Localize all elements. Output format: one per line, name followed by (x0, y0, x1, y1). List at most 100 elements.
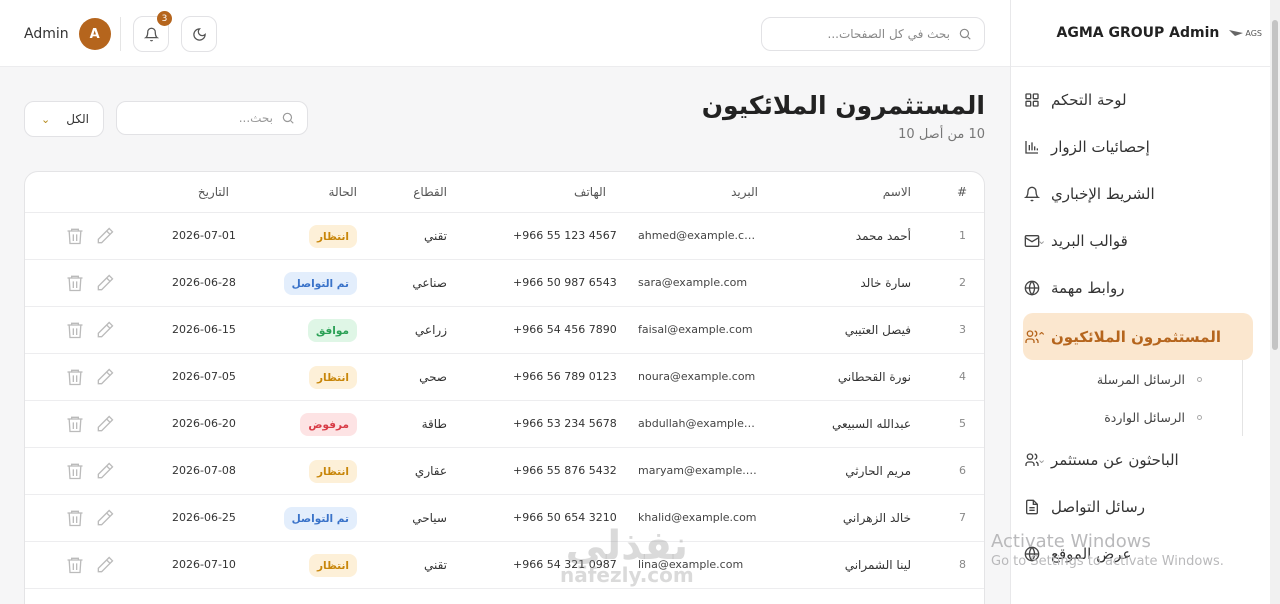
search-icon (282, 112, 294, 124)
row-date: 2026-07-01 (172, 229, 236, 242)
globe-icon (1023, 279, 1041, 297)
row-date: 2026-06-25 (172, 511, 236, 524)
table-search-input[interactable] (143, 111, 273, 125)
scrollbar-thumb[interactable] (1272, 20, 1278, 350)
row-email[interactable]: abdullah@example.c... (638, 417, 758, 430)
table-row[interactable]: 6 مريم الحارثي maryam@example.c... +966 55 … (25, 448, 984, 495)
sidebar-submenu: الرسائل المرسلة الرسائل الواردة (1023, 360, 1243, 436)
row-name: لينا الشمراني (844, 558, 911, 572)
sidebar-item-important-links[interactable]: روابط مهمة (1023, 264, 1253, 311)
sidebar-item-label: لوحة التحكم (1051, 90, 1127, 109)
header-email: البريد (731, 185, 758, 199)
sidebar-item-mail-templates[interactable]: قوالب البريد ⌄ (1023, 217, 1253, 264)
trash-icon[interactable] (65, 320, 85, 340)
page-title: المستثمرون الملائكيون (701, 91, 985, 120)
admin-label: Admin (24, 26, 69, 42)
sidebar-item-label: الشريط الإخباري (1051, 184, 1155, 203)
trash-icon[interactable] (65, 226, 85, 246)
investors-table: # الاسم البريد الهاتف القطاع الحالة التا… (24, 171, 985, 604)
global-search[interactable] (761, 17, 985, 51)
table-row[interactable]: 4 نورة القحطاني noura@example.com +966 56 7… (25, 354, 984, 401)
bar-chart-icon (1023, 138, 1041, 156)
sidebar-item-contact-messages[interactable]: رسائل التواصل (1023, 483, 1253, 530)
edit-icon[interactable] (95, 367, 115, 387)
sidebar-item-angel-investors[interactable]: المستثمرون الملائكيون ⌃ (1023, 313, 1253, 360)
edit-icon[interactable] (95, 508, 115, 528)
trash-icon[interactable] (65, 461, 85, 481)
row-actions (65, 508, 115, 528)
sidebar-scrollbar[interactable] (1270, 0, 1280, 604)
status-badge: انتظار (308, 366, 357, 389)
admin-profile[interactable]: Admin A (24, 18, 111, 50)
site-watermark: نفذلي nafezly.com (560, 523, 694, 587)
sidebar-subitem-inbox[interactable]: الرسائل الواردة (1023, 398, 1202, 436)
row-phone: +966 54 456 7890 (513, 323, 617, 336)
row-phone: +966 56 789 0123 (513, 370, 617, 383)
edit-icon[interactable] (95, 461, 115, 481)
status-filter-select[interactable]: ⌄ الكل (24, 101, 104, 137)
edit-icon[interactable] (95, 273, 115, 293)
row-sector: زراعي (414, 323, 447, 337)
bell-icon (143, 27, 159, 41)
row-actions (65, 320, 115, 340)
global-search-input[interactable] (790, 27, 950, 41)
sidebar: AGMA GROUP Admin AGS لوحة التحكم إحصائيا… (1010, 0, 1280, 604)
row-name: عبدالله السبيعي (831, 417, 911, 431)
table-row[interactable]: 3 فيصل العتيبي faisal@example.com +966 54 4… (25, 307, 984, 354)
top-bar: Admin A 3 (0, 0, 1010, 67)
row-date: 2026-07-10 (172, 558, 236, 571)
row-actions (65, 367, 115, 387)
trash-icon[interactable] (65, 555, 85, 575)
row-email[interactable]: faisal@example.com (638, 323, 753, 336)
table-row[interactable]: 8 لينا الشمراني lina@example.com +966 54 32… (25, 542, 984, 589)
row-email[interactable]: ahmed@example.com (638, 229, 758, 242)
sidebar-item-news-ticker[interactable]: الشريط الإخباري (1023, 170, 1253, 217)
edit-icon[interactable] (95, 226, 115, 246)
grid-icon (1023, 91, 1041, 109)
chevron-down-icon: ⌄ (1037, 453, 1047, 466)
row-name: سارة خالد (860, 276, 911, 290)
notifications-button[interactable]: 3 (133, 11, 172, 52)
windows-activation-hint: Go to Settings to activate Windows. (991, 554, 1224, 569)
trash-icon[interactable] (65, 273, 85, 293)
row-date: 2026-07-05 (172, 370, 236, 383)
sidebar-item-visitor-stats[interactable]: إحصائيات الزوار (1023, 123, 1253, 170)
logo-text: AGS (1245, 28, 1262, 38)
sidebar-item-investor-seekers[interactable]: الباحثون عن مستثمر ⌄ (1023, 436, 1253, 483)
table-row[interactable]: 1 أحمد محمد ahmed@example.com +966 55 123 4… (25, 213, 984, 260)
edit-icon[interactable] (95, 555, 115, 575)
table-row[interactable]: 7 خالد الزهراني khalid@example.com +966 50 … (25, 495, 984, 542)
sidebar-subitem-sent[interactable]: الرسائل المرسلة (1023, 360, 1202, 398)
row-date: 2026-06-15 (172, 323, 236, 336)
row-date: 2026-07-08 (172, 464, 236, 477)
row-name: فيصل العتيبي (844, 323, 911, 337)
chevron-down-icon: ⌄ (1037, 234, 1047, 247)
sidebar-subitem-label: الرسائل الواردة (1104, 409, 1185, 425)
table-row[interactable]: 5 عبدالله السبيعي abdullah@example.c... +96… (25, 401, 984, 448)
row-email[interactable]: sara@example.com (638, 276, 747, 289)
row-sector: سياحي (412, 511, 447, 525)
table-row[interactable]: 2 سارة خالد sara@example.com +966 50 987 65… (25, 260, 984, 307)
trash-icon[interactable] (65, 414, 85, 434)
row-email[interactable]: maryam@example.c... (638, 464, 758, 477)
row-date: 2026-06-20 (172, 417, 236, 430)
row-index: 3 (959, 323, 966, 336)
row-index: 1 (959, 229, 966, 242)
avatar[interactable]: A (78, 18, 111, 50)
chevron-down-icon: ⌄ (41, 112, 51, 126)
table-header: # الاسم البريد الهاتف القطاع الحالة التا… (25, 172, 984, 213)
trash-icon[interactable] (65, 508, 85, 528)
sidebar-item-label: المستثمرون الملائكيون (1051, 327, 1221, 346)
notifications-badge: 3 (157, 11, 172, 26)
sidebar-item-dashboard[interactable]: لوحة التحكم (1023, 76, 1253, 123)
edit-icon[interactable] (95, 414, 115, 434)
table-search[interactable] (116, 101, 308, 135)
windows-activation-title: Activate Windows (991, 531, 1151, 552)
topbar-divider (120, 17, 121, 51)
edit-icon[interactable] (95, 320, 115, 340)
table-body: 1 أحمد محمد ahmed@example.com +966 55 123 4… (25, 213, 984, 589)
theme-toggle-button[interactable] (181, 16, 217, 52)
chevron-up-icon: ⌃ (1037, 330, 1047, 343)
row-email[interactable]: noura@example.com (638, 370, 755, 383)
trash-icon[interactable] (65, 367, 85, 387)
